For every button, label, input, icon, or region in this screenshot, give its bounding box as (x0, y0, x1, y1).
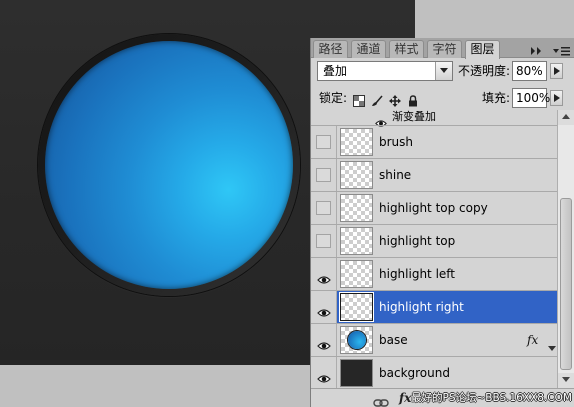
layer-thumbnail (340, 293, 373, 321)
layer-row-body[interactable]: shine (337, 159, 557, 191)
visibility-toggle[interactable] (311, 324, 337, 356)
layer-row-highlight-top-copy[interactable]: highlight top copy (311, 191, 557, 224)
layer-thumbnail (340, 128, 373, 156)
fill-input[interactable]: 100% (512, 88, 550, 108)
layer-thumbnail (340, 194, 373, 222)
opacity-slider-arrow-icon[interactable] (550, 63, 563, 79)
layer-row-shine[interactable]: shine (311, 158, 557, 191)
layer-name: highlight right (379, 300, 464, 314)
fill-slider-arrow-icon[interactable] (550, 90, 563, 106)
visibility-box[interactable] (316, 267, 331, 284)
eye-icon (317, 369, 331, 388)
layers-panel: 路径 通道 样式 字符 图层 叠加 不透明度: 80% 锁定: 填充: 100% (310, 38, 574, 407)
layer-row-base[interactable]: base fx (311, 323, 557, 356)
link-layers-icon[interactable] (373, 393, 389, 407)
layer-row-highlight-left[interactable]: highlight left (311, 257, 557, 290)
visibility-box[interactable] (316, 333, 331, 350)
layer-row-background[interactable]: background (311, 356, 557, 388)
layer-thumbnail (340, 161, 373, 189)
layer-thumbnail (340, 227, 373, 255)
blend-mode-select[interactable]: 叠加 (317, 61, 453, 81)
lock-image-brush-icon[interactable] (371, 92, 383, 106)
visibility-box[interactable] (316, 300, 331, 317)
tab-channels[interactable]: 通道 (351, 40, 386, 58)
eye-icon (317, 336, 331, 355)
visibility-box[interactable] (316, 201, 331, 215)
panel-menu-icon[interactable] (552, 42, 572, 56)
layer-name: highlight top copy (379, 201, 488, 215)
tab-character[interactable]: 字符 (427, 40, 462, 58)
opacity-input[interactable]: 80% (512, 61, 547, 81)
scroll-up-arrow-icon[interactable] (558, 110, 574, 125)
visibility-toggle[interactable] (311, 258, 337, 290)
tab-paths[interactable]: 路径 (313, 40, 348, 58)
panel-tab-bar: 路径 通道 样式 字符 图层 (311, 38, 574, 59)
visibility-box[interactable] (316, 168, 331, 182)
collapse-panel-icon[interactable] (529, 42, 545, 55)
layer-name: base (379, 333, 408, 347)
scrollbar-thumb[interactable] (560, 198, 572, 370)
layers-panel-footer: fx 最好的PS论坛~BBS.16XX8.COM (311, 388, 574, 407)
layer-name: background (379, 366, 450, 380)
lock-all-padlock-icon[interactable] (407, 92, 419, 107)
eye-icon (317, 303, 331, 322)
expand-effects-arrow-icon[interactable] (548, 337, 556, 356)
layer-name: highlight left (379, 267, 456, 281)
opacity-label: 不透明度: (458, 64, 511, 78)
visibility-toggle[interactable] (311, 357, 337, 388)
scroll-down-arrow-icon[interactable] (558, 373, 574, 388)
layer-name: highlight top (379, 234, 456, 248)
tab-styles[interactable]: 样式 (389, 40, 424, 58)
layer-row-body[interactable]: brush (337, 126, 557, 158)
layer-row-highlight-right[interactable]: highlight right (311, 290, 557, 323)
layer-row-body[interactable]: highlight top (337, 225, 557, 257)
add-layer-style-button[interactable]: fx (399, 389, 411, 407)
visibility-box[interactable] (316, 135, 331, 149)
layer-row-body[interactable]: base fx (337, 324, 557, 356)
visibility-toggle[interactable] (311, 126, 337, 158)
layer-row-body[interactable]: highlight right (337, 291, 557, 323)
visibility-toggle[interactable] (311, 225, 337, 257)
watermark-text: 最好的PS论坛~BBS.16XX8.COM (411, 392, 572, 404)
layers-list: 渐变叠加 brush shine highlight top copy high… (311, 110, 557, 388)
layer-row-brush[interactable]: brush (311, 125, 557, 158)
lock-transparency-icon[interactable] (353, 92, 365, 107)
layer-thumbnail (340, 359, 373, 387)
visibility-box[interactable] (316, 366, 331, 383)
lock-label: 锁定: (319, 91, 348, 105)
tab-layers[interactable]: 图层 (465, 40, 500, 59)
layer-row-highlight-top[interactable]: highlight top (311, 224, 557, 257)
fill-label: 填充: (482, 91, 511, 105)
effect-label: 渐变叠加 (392, 110, 436, 123)
layer-name: shine (379, 168, 412, 182)
visibility-toggle[interactable] (311, 192, 337, 224)
layer-thumbnail (340, 260, 373, 288)
layer-row-body[interactable]: highlight left (337, 258, 557, 290)
lock-position-move-icon[interactable] (389, 92, 401, 107)
visibility-toggle[interactable] (311, 291, 337, 323)
eye-icon (317, 270, 331, 289)
layer-row-body[interactable]: background (337, 357, 557, 388)
layers-scrollbar[interactable] (557, 110, 574, 388)
chevron-down-icon[interactable] (435, 62, 452, 80)
layer-name: brush (379, 135, 414, 149)
blend-mode-value: 叠加 (323, 64, 348, 78)
layer-thumbnail (340, 326, 373, 354)
layer-effects-icon[interactable]: fx (527, 324, 538, 356)
visibility-toggle[interactable] (311, 159, 337, 191)
button-blue-orb (45, 41, 293, 289)
layer-row-body[interactable]: highlight top copy (337, 192, 557, 224)
visibility-box[interactable] (316, 234, 331, 248)
effect-row-gradient-overlay[interactable]: 渐变叠加 (311, 110, 557, 127)
